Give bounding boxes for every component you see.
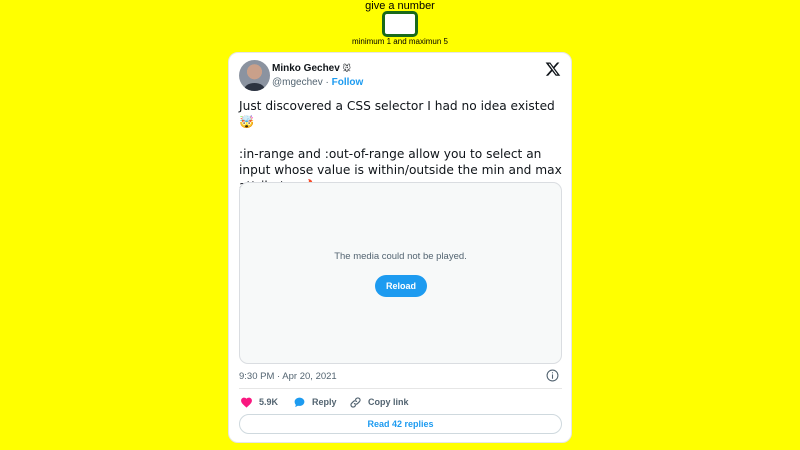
- media-placeholder: The media could not be played. Reload: [239, 182, 562, 364]
- x-logo-icon[interactable]: [545, 61, 561, 77]
- heart-icon: [241, 397, 252, 408]
- author-handle-row: @mgechev · Follow: [272, 77, 363, 88]
- media-error-message: The media could not be played.: [334, 251, 467, 262]
- tweet-timestamp[interactable]: 9:30 PM · Apr 20, 2021: [239, 371, 337, 382]
- divider: [239, 388, 562, 389]
- like-button[interactable]: 5.9K: [240, 394, 278, 410]
- author-handle[interactable]: @mgechev: [272, 77, 323, 88]
- author-badge: 🐭: [342, 64, 351, 73]
- number-input[interactable]: [382, 11, 418, 37]
- info-icon[interactable]: [546, 369, 559, 382]
- number-form-hint: minimum 1 and maximun 5: [351, 37, 449, 46]
- read-replies-button[interactable]: Read 42 replies: [239, 414, 562, 434]
- author-name[interactable]: Minko Gechev: [272, 63, 340, 74]
- author-avatar[interactable]: [239, 60, 270, 91]
- copy-link-button[interactable]: Copy link: [349, 394, 409, 410]
- copy-link-label: Copy link: [368, 397, 409, 407]
- tweet-text: Just discovered a CSS selector I had no …: [239, 99, 562, 193]
- follow-link[interactable]: Follow: [332, 77, 364, 88]
- reload-button[interactable]: Reload: [375, 275, 427, 297]
- reply-label: Reply: [312, 397, 337, 407]
- handle-separator: ·: [322, 77, 332, 88]
- link-icon: [350, 396, 361, 408]
- author-name-row[interactable]: Minko Gechev 🐭: [272, 63, 351, 74]
- tweet-card: Minko Gechev 🐭 @mgechev · Follow Just di…: [228, 52, 572, 443]
- like-count: 5.9K: [259, 397, 279, 407]
- reply-bubble-icon: [294, 397, 305, 407]
- reply-button[interactable]: Reply: [293, 394, 337, 410]
